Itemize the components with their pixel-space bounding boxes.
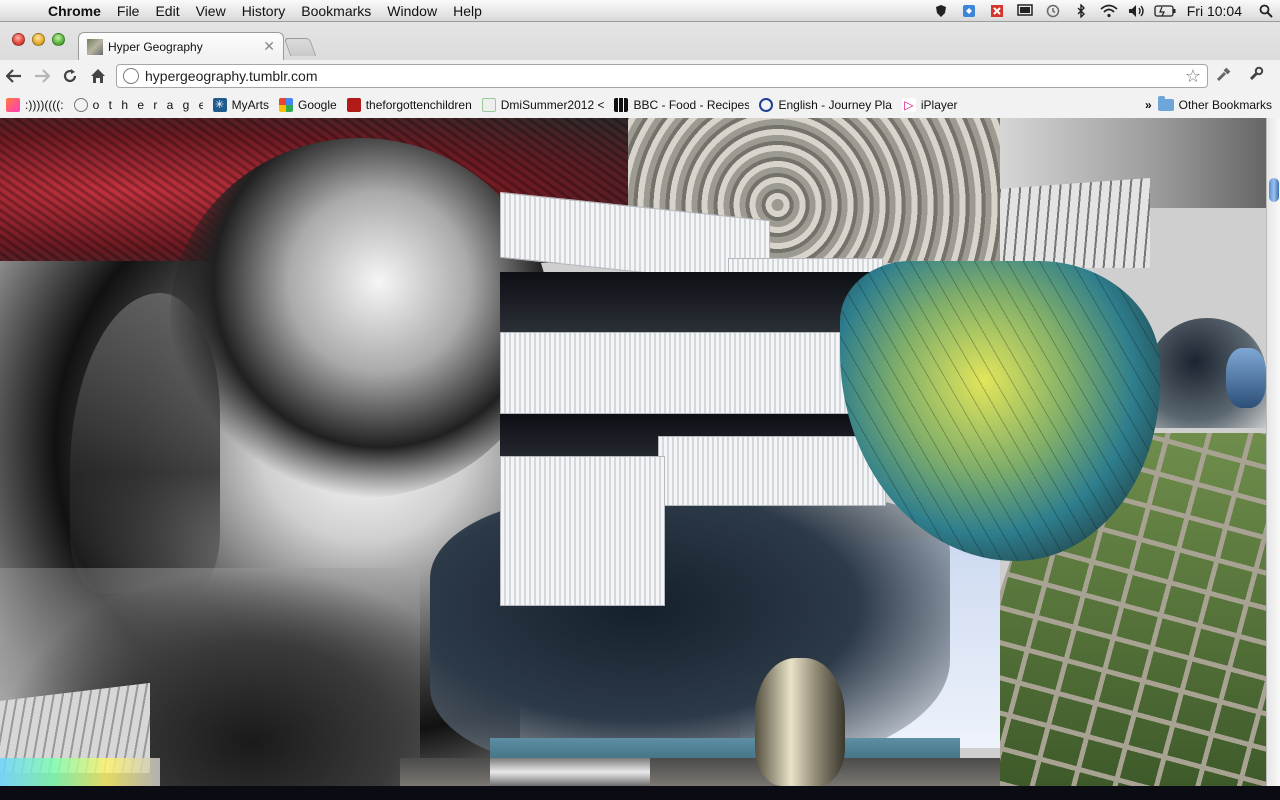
tab-close-icon[interactable]: ✕: [263, 38, 275, 55]
menu-view[interactable]: View: [188, 3, 234, 19]
blue-shape-image: [1226, 348, 1266, 408]
menu-clock[interactable]: Fri 10:04: [1179, 3, 1252, 19]
bookmark-favicon-icon: [6, 98, 20, 112]
bookmark-label: :))))((((:: [25, 98, 64, 112]
bookmark-item[interactable]: English - Journey Pla: [759, 98, 892, 112]
bbc-icon: [614, 98, 629, 112]
globe-icon: [73, 98, 88, 112]
browser-chrome: Hyper Geography ✕ hypergeography.tumblr.…: [0, 22, 1280, 118]
chrome-sculpture-image: [755, 658, 845, 786]
bookmark-item[interactable]: theforgottenchildren: [346, 98, 472, 112]
reload-button[interactable]: [56, 62, 84, 90]
bookmark-label: o t h e r a g e n t s .: [92, 98, 203, 112]
volume-icon[interactable]: [1126, 3, 1148, 19]
tab-title: Hyper Geography: [108, 39, 203, 54]
back-button[interactable]: [0, 62, 28, 90]
wrench-menu-icon[interactable]: [1240, 66, 1272, 87]
other-bookmarks-folder[interactable]: Other Bookmarks: [1157, 96, 1272, 112]
menu-window[interactable]: Window: [379, 3, 445, 19]
tfl-roundel-icon: [759, 98, 774, 112]
status-area: Fri 10:04: [927, 0, 1280, 22]
wifi-icon[interactable]: [1098, 3, 1120, 19]
chrome-liquid-image: [490, 758, 650, 786]
battery-icon[interactable]: [1154, 3, 1176, 19]
tab-strip: Hyper Geography ✕: [0, 22, 1280, 60]
cliff-image: [1000, 178, 1150, 268]
spotlight-search-icon[interactable]: [1255, 3, 1277, 19]
new-tab-button[interactable]: [283, 38, 317, 56]
spiral-building-image: [498, 191, 888, 606]
vertical-scrollbar[interactable]: [1266, 118, 1280, 786]
extension-dropper-icon[interactable]: [1208, 66, 1240, 87]
shield-icon[interactable]: [930, 3, 952, 19]
menu-app-chrome[interactable]: Chrome: [40, 3, 109, 19]
bookmark-label: DmiSummer2012 <: [500, 98, 605, 112]
dropbox-icon[interactable]: [958, 3, 980, 19]
menu-history[interactable]: History: [234, 3, 294, 19]
bookmark-item[interactable]: :))))((((:: [6, 98, 64, 112]
holographic-strip-image: [0, 758, 160, 786]
bookmarks-bar: :))))((((: o t h e r a g e n t s . ✳ MyA…: [0, 92, 1280, 118]
menu-help[interactable]: Help: [445, 3, 490, 19]
iplayer-icon: ▷: [901, 98, 916, 112]
menu-file[interactable]: File: [109, 3, 148, 19]
bookmark-label: Google: [297, 98, 337, 112]
bookmark-item[interactable]: DmiSummer2012 <: [481, 98, 605, 112]
google-icon: [278, 98, 293, 112]
bookmark-item[interactable]: ▷ iPlayer: [901, 98, 958, 112]
bookmark-star-icon[interactable]: ☆: [1185, 66, 1201, 87]
window-close-button[interactable]: [12, 33, 25, 46]
home-button[interactable]: [84, 62, 112, 90]
bluetooth-icon[interactable]: [1070, 3, 1092, 19]
bookmark-label: BBC - Food - Recipes: [633, 98, 750, 112]
forward-button[interactable]: [28, 62, 56, 90]
page-info-icon[interactable]: [123, 68, 139, 84]
tab-favicon-icon: [87, 38, 103, 55]
bookmark-item[interactable]: BBC - Food - Recipes: [614, 98, 749, 112]
bottom-strip: [0, 786, 1280, 800]
window-minimize-button[interactable]: [32, 33, 45, 46]
display-icon[interactable]: [1014, 3, 1036, 19]
bookmark-item[interactable]: o t h e r a g e n t s .: [73, 98, 203, 112]
bookmark-label: English - Journey Pla: [778, 98, 892, 112]
folder-icon: [1157, 96, 1174, 111]
app-icon[interactable]: [986, 3, 1008, 19]
bookmark-item[interactable]: Google: [278, 98, 337, 112]
browser-toolbar: hypergeography.tumblr.com ☆: [0, 60, 1280, 92]
bookmark-label: MyArts: [231, 98, 269, 112]
tab-hyper-geography[interactable]: Hyper Geography ✕: [78, 32, 284, 60]
url-text[interactable]: hypergeography.tumblr.com: [145, 68, 1185, 84]
bookmarks-overflow-chevron-icon[interactable]: »: [1145, 98, 1152, 112]
time-machine-icon[interactable]: [1042, 3, 1064, 19]
menu-edit[interactable]: Edit: [147, 3, 187, 19]
smoke-plume-image: [170, 138, 550, 498]
window-zoom-button[interactable]: [52, 33, 65, 46]
snowflake-icon: ✳: [212, 98, 227, 112]
scrollbar-thumb[interactable]: [1269, 178, 1279, 202]
other-bookmarks-label: Other Bookmarks: [1178, 98, 1272, 112]
menu-bar: Chrome File Edit View History Bookmarks …: [0, 0, 1280, 22]
bookmark-label: theforgottenchildren: [365, 98, 472, 112]
image-icon: [346, 98, 361, 112]
menu-bookmarks[interactable]: Bookmarks: [293, 3, 379, 19]
address-bar[interactable]: hypergeography.tumblr.com ☆: [116, 64, 1208, 88]
bookmark-item[interactable]: ✳ MyArts: [212, 98, 269, 112]
page-content-collage[interactable]: [0, 118, 1266, 786]
bookmark-label: iPlayer: [920, 98, 958, 112]
page-icon: [481, 98, 496, 112]
